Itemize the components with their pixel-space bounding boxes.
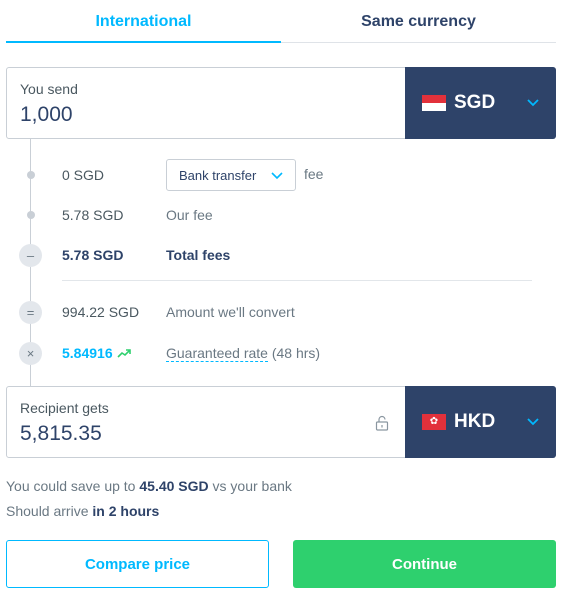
- timeline-dot: [27, 171, 35, 179]
- equals-icon: =: [19, 301, 42, 324]
- trend-up-icon: [117, 349, 131, 358]
- send-currency-code: SGD: [454, 92, 496, 113]
- convert-amount-row: = 994.22 SGD Amount we'll convert: [6, 300, 556, 324]
- tab-same-currency[interactable]: Same currency: [281, 0, 556, 43]
- timeline-dot: [27, 211, 35, 219]
- rate-row: × 5.84916 Guaranteed rate (48 hrs): [6, 341, 556, 365]
- our-fee-amount: 5.78 SGD: [62, 207, 124, 223]
- arrival-message: Should arrive in 2 hours: [6, 503, 159, 519]
- receive-amount-label: Recipient gets: [20, 400, 109, 416]
- times-icon: ×: [19, 342, 42, 365]
- savings-message: You could save up to 45.40 SGD vs your b…: [6, 478, 292, 494]
- receive-currency-select[interactable]: ✿ HKD: [405, 386, 556, 458]
- guaranteed-rate-link[interactable]: Guaranteed rate: [166, 345, 268, 362]
- total-fees-amount: 5.78 SGD: [62, 247, 124, 263]
- fee-breakdown: 0 SGD Bank transfer fee 5.78 SGD Our fee…: [6, 139, 556, 386]
- save-suffix: vs your bank: [208, 478, 292, 494]
- send-amount-input[interactable]: [20, 103, 350, 127]
- payment-method-value: Bank transfer: [179, 167, 257, 183]
- chevron-down-icon: [527, 418, 539, 426]
- minus-icon: –: [19, 244, 42, 267]
- save-prefix: You could save up to: [6, 478, 140, 494]
- rate-duration: (48 hrs): [267, 345, 321, 361]
- compare-price-button[interactable]: Compare price: [6, 540, 269, 588]
- exchange-rate-value: 5.84916: [62, 345, 113, 361]
- save-amount: 45.40 SGD: [139, 478, 209, 494]
- arrive-time: in 2 hours: [92, 503, 160, 519]
- send-amount-box: You send SGD: [6, 67, 556, 139]
- divider: [62, 280, 532, 281]
- convert-amount: 994.22 SGD: [62, 304, 140, 320]
- fee-word: fee: [304, 166, 324, 182]
- receive-currency-code: HKD: [454, 411, 496, 432]
- payment-method-select[interactable]: Bank transfer: [166, 159, 296, 191]
- receive-amount-input[interactable]: [20, 422, 350, 446]
- rate-display: 5.84916: [62, 345, 131, 361]
- total-fees-row: – 5.78 SGD Total fees: [6, 243, 556, 267]
- receive-amount-box: Recipient gets ✿ HKD: [6, 386, 556, 458]
- chevron-down-icon: [271, 172, 283, 180]
- our-fee-row: 5.78 SGD Our fee: [6, 203, 556, 227]
- chevron-down-icon: [527, 99, 539, 107]
- our-fee-label: Our fee: [166, 207, 213, 223]
- singapore-flag-icon: [422, 95, 446, 111]
- tab-international[interactable]: International: [6, 0, 281, 43]
- total-fees-label: Total fees: [166, 247, 231, 263]
- send-amount-label: You send: [20, 81, 78, 97]
- arrive-prefix: Should arrive: [6, 503, 93, 519]
- send-currency-select[interactable]: SGD: [405, 67, 556, 139]
- continue-button[interactable]: Continue: [293, 540, 556, 588]
- transfer-type-tabs: International Same currency: [6, 0, 556, 43]
- hong-kong-flag-icon: ✿: [422, 414, 446, 430]
- active-tab-indicator: [6, 41, 281, 43]
- convert-amount-label: Amount we'll convert: [166, 304, 295, 320]
- unlock-icon[interactable]: [375, 415, 389, 431]
- payment-fee-amount: 0 SGD: [62, 167, 105, 183]
- rate-description: Guaranteed rate (48 hrs): [166, 345, 321, 362]
